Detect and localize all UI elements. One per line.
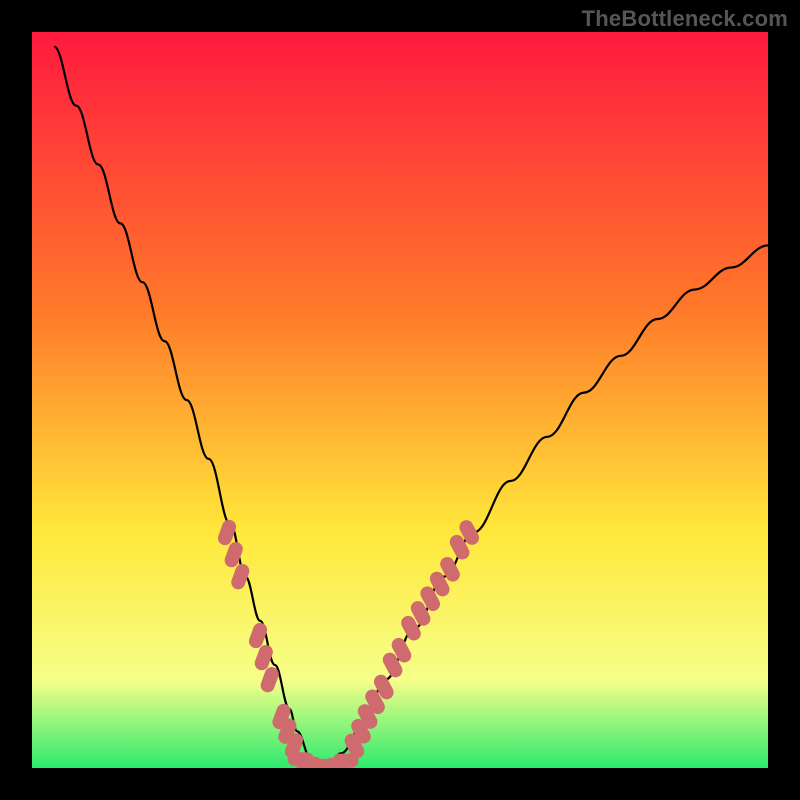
watermark-text: TheBottleneck.com	[582, 6, 788, 32]
chart-frame: TheBottleneck.com	[0, 0, 800, 800]
chart-svg	[32, 32, 768, 768]
plot-area	[32, 32, 768, 768]
